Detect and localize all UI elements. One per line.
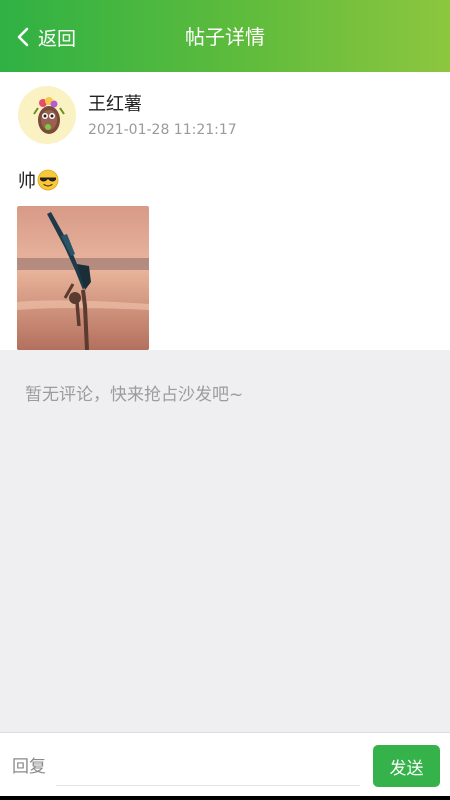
post-content: 帅 xyxy=(18,167,59,193)
reply-bar: 发送 xyxy=(0,732,450,800)
page-title: 帖子详情 xyxy=(185,25,265,49)
author-name[interactable]: 王红薯 xyxy=(88,90,142,116)
sunglasses-emoji-icon xyxy=(37,169,59,191)
post-card: 王红薯 2021-01-28 11:21:17 帅 xyxy=(0,72,450,350)
top-bar: 返回 帖子详情 xyxy=(0,0,450,72)
reply-input[interactable] xyxy=(0,747,360,787)
avatar[interactable] xyxy=(18,86,76,144)
system-nav-strip xyxy=(0,796,450,800)
post-image[interactable] xyxy=(17,206,149,350)
no-comments-text: 暂无评论，快来抢占沙发吧~ xyxy=(25,385,244,405)
post-text: 帅 xyxy=(18,171,36,192)
reply-underline xyxy=(56,785,360,786)
post-timestamp: 2021-01-28 11:21:17 xyxy=(88,122,237,138)
send-button[interactable]: 发送 xyxy=(373,745,440,787)
post-detail-screen: 返回 帖子详情 王红薯 2021-01-28 11:21:17 帅 暂无评论，快… xyxy=(0,0,450,800)
